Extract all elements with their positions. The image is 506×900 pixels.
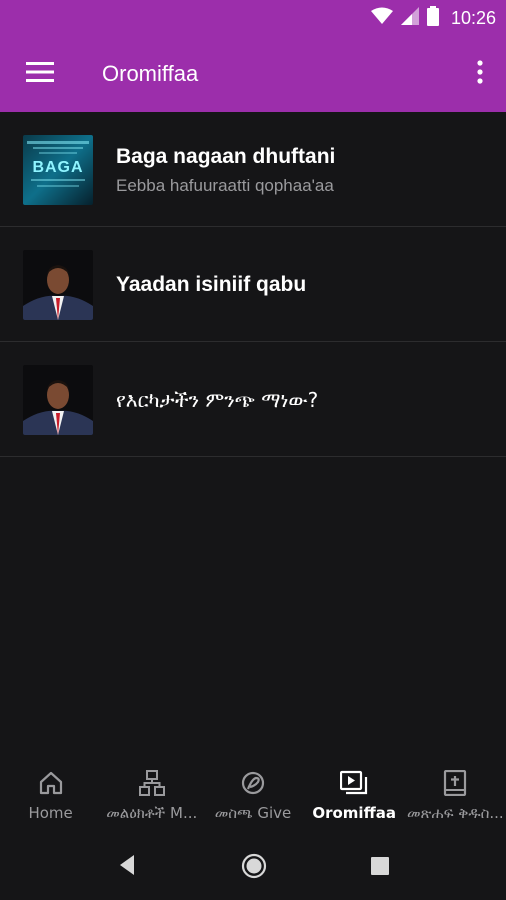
list-item-subtitle: Eebba hafuuraatti qophaa'aa	[116, 176, 334, 195]
nav-item-give[interactable]: መስጫ Give	[202, 760, 303, 830]
list-item-title: Baga nagaan dhuftani	[116, 145, 336, 168]
battery-icon	[426, 5, 439, 31]
video-library-icon	[339, 768, 369, 798]
thumbnail-baga: BAGA	[23, 135, 93, 205]
menu-button[interactable]	[22, 58, 58, 90]
thumbnail-baga-text: BAGA	[32, 159, 84, 176]
status-bar: 10:26	[0, 0, 506, 36]
nav-label: መስጫ Give	[214, 804, 292, 822]
sitemap-icon	[137, 768, 167, 798]
nav-label: መጽሐፍ ቅዱስ...	[406, 804, 504, 822]
nav-item-oromiffaa[interactable]: Oromiffaa	[304, 760, 405, 830]
nav-item-bible[interactable]: መጽሐፍ ቅዱስ...	[405, 760, 506, 830]
nav-label: Home	[28, 804, 73, 822]
overflow-menu-button[interactable]	[470, 58, 490, 90]
media-list: BAGA Baga nagaan dhuftani Eebba hafuuraa…	[0, 112, 506, 457]
hamburger-menu-icon	[26, 61, 54, 87]
system-navigation-bar	[0, 830, 506, 900]
nav-label: Oromiffaa	[312, 804, 396, 822]
recent-apps-icon[interactable]	[371, 857, 389, 880]
list-item[interactable]: Yaadan isiniif qabu	[0, 227, 506, 342]
nav-label: መልዕክቶች M...	[106, 804, 198, 822]
signal-icon	[400, 6, 419, 30]
nav-item-home[interactable]: Home	[0, 760, 101, 830]
more-vert-icon	[477, 59, 483, 89]
list-item[interactable]: BAGA Baga nagaan dhuftani Eebba hafuuraa…	[0, 112, 506, 227]
app-bar-title: Oromiffaa	[102, 61, 199, 86]
thumbnail-speaker-photo	[23, 365, 93, 435]
bible-icon	[440, 768, 470, 798]
list-item[interactable]: የእርካታችን ምንጭ ማነው?	[0, 342, 506, 457]
bottom-navigation: Home መልዕክቶች M... መስጫ Give Oromiffaa መጽሐፍ…	[0, 760, 506, 830]
app-bar: Oromiffaa	[0, 36, 506, 112]
wifi-icon	[370, 7, 393, 30]
give-icon	[238, 768, 268, 798]
back-icon[interactable]	[118, 854, 136, 881]
nav-item-messages[interactable]: መልዕክቶች M...	[101, 760, 202, 830]
home-circle-icon[interactable]	[241, 853, 267, 884]
list-item-title: Yaadan isiniif qabu	[116, 273, 307, 296]
thumbnail-speaker-photo	[23, 250, 93, 320]
status-icons: 10:26	[370, 0, 496, 36]
status-time: 10:26	[450, 7, 496, 28]
home-icon	[36, 768, 66, 798]
list-item-title: የእርካታችን ምንጭ ማነው?	[116, 388, 319, 412]
